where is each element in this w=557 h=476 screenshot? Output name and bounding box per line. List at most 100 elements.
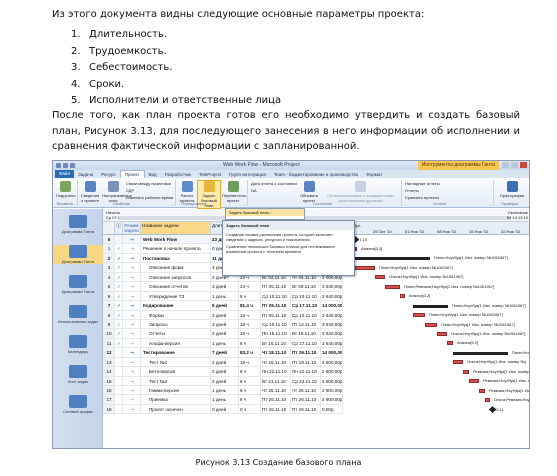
cell-id: 18 <box>103 404 115 414</box>
view-task-sheet[interactable]: Лист задач <box>53 365 103 384</box>
task-bar[interactable] <box>413 313 425 318</box>
summary-bar[interactable] <box>413 304 448 308</box>
project-info-button[interactable]: Сведения о проекте <box>80 181 100 203</box>
view-gantt-2[interactable]: Диаграмма Ганта <box>53 245 103 264</box>
summary-bar[interactable] <box>355 257 430 261</box>
table-row[interactable]: 9 ✓ ⇢ Запросы 3 дней 18 ч Ср 10.11.10 Пт 12.11.… <box>103 319 343 330</box>
task-bar[interactable] <box>425 322 437 327</box>
table-row[interactable]: 11 ✓ ⇢ Альфа-версия 1 день 8 ч Вт 16.11.10 Ср 1… <box>103 338 343 349</box>
tab-developer[interactable]: Разработчик <box>161 172 195 177</box>
cell-fin: Ср 17.11.10 <box>291 301 321 310</box>
tab-project[interactable]: Проект <box>119 170 145 178</box>
table-row[interactable]: 12 ⇢ Тестирование 7 дней 83,2 ч Чт 18.11.10 Пт… <box>103 348 343 358</box>
tab-teleproject[interactable]: TeleProject <box>195 172 225 177</box>
cell-id: 8 <box>103 310 115 319</box>
baseline-dropdown: Задать базовый план... <box>225 208 305 220</box>
move-project-button[interactable]: Переместить проект <box>222 181 247 203</box>
table-row[interactable]: 13 ⇢ Тест №1 2 дней 16 ч Чт 18.11.10 Пт 19.11.… <box>103 357 343 368</box>
view-task-usage[interactable]: Использование задач <box>53 305 103 324</box>
compare-projects-button[interactable]: Сравнить проекты <box>405 195 439 200</box>
group-label: Отчеты <box>433 202 447 206</box>
cell-dur: 3 дней <box>211 319 239 329</box>
gantt-chart[interactable]: Октябрь 25 Окт '10 01 Ноя '10 08 Ноя '10… <box>343 222 529 448</box>
tab-integration[interactable]: Групп интеграция <box>225 172 270 177</box>
task-bar[interactable] <box>447 341 453 346</box>
visual-reports-button[interactable]: Наглядные отчеты <box>405 181 440 186</box>
cell-name: Тест №2 <box>141 376 211 385</box>
task-mode-icon: ⇢ <box>123 244 141 253</box>
subproject-button[interactable]: Подпроект <box>56 181 76 198</box>
view-calendar[interactable]: Календарь <box>53 335 103 354</box>
redo-icon[interactable] <box>70 163 75 168</box>
change-time-button[interactable]: Изменить рабочее время <box>126 195 173 200</box>
body-paragraph: После того, как план проекта готов его н… <box>52 110 520 152</box>
column-header[interactable] <box>103 222 115 234</box>
cell-fin: Вт 16.11.10 <box>291 329 321 338</box>
close-icon[interactable] <box>520 162 527 168</box>
table-row[interactable]: 15 ⇢ Тест №2 2 дней 8 ч Вт 23.11.10 Ср 24.11.1… <box>103 376 343 386</box>
update-project-button[interactable]: Обновить проект <box>298 181 320 203</box>
task-bar[interactable] <box>463 369 469 374</box>
task-bar[interactable] <box>400 294 405 299</box>
cell-cost: 2 900,00р. <box>322 386 343 395</box>
cell-start: Чт 18.11.10 <box>261 348 291 357</box>
save-icon[interactable] <box>56 163 61 168</box>
summary-bar[interactable] <box>453 351 508 355</box>
window-titlebar: Web Work Flow - Microsoft Project Инстру… <box>53 161 529 170</box>
table-row[interactable]: 6 ✓ ⇢ Утверждение ТЗ 1 день 8 ч Ср 10.11.10 Ср … <box>103 291 343 302</box>
task-bar[interactable] <box>355 265 375 270</box>
table-row[interactable]: 7 ✓ ⇢ Кодирование 5 дней 81,4 ч Пт 05.11.10 Ср … <box>103 301 343 311</box>
tab-view[interactable]: Вид <box>145 172 161 177</box>
tab-file[interactable]: Файл <box>55 170 75 178</box>
cell-id: 5 <box>103 282 115 291</box>
table-row[interactable]: 10 ✓ ⇢ Отчеты 2 дней 16 ч Пн 15.11.10 Вт 16.11.… <box>103 329 343 339</box>
cell-id: 10 <box>103 329 115 338</box>
calc-project-button[interactable]: Расчет проекта <box>178 181 196 203</box>
cell-dur: 2 дней <box>211 329 239 338</box>
view-gantt-3[interactable]: Диаграмма Ганта <box>53 275 103 294</box>
window-controls <box>502 162 527 168</box>
links-button[interactable]: Связи между проектами <box>126 181 171 186</box>
task-bar[interactable] <box>479 388 485 393</box>
table-row[interactable]: 14 ⇢ Бета-версия 2 дней 8 ч Пн 22.11.10 Пн 22.… <box>103 367 343 377</box>
table-row[interactable]: 16 ⇢ Гамма-версия 1 день 8 ч Чт 25.11.10 Чт 25… <box>103 386 343 396</box>
cell-cost: 2 900,00р. <box>322 367 343 376</box>
table-row[interactable]: 8 ✓ ⇢ Формы 2 дней 16 ч Пт 05.11.10 Ср 10.11.10… <box>103 310 343 320</box>
tab-format[interactable]: Формат <box>362 172 386 177</box>
tab-resource[interactable]: Ресурс <box>97 172 120 177</box>
info-column-icon[interactable]: ⓘ <box>115 222 123 234</box>
sync-button[interactable]: Синхронизировать с защищенными фактическ… <box>323 181 398 203</box>
maximize-icon[interactable] <box>511 162 518 168</box>
task-bar[interactable] <box>385 284 400 289</box>
undo-icon[interactable] <box>63 163 68 168</box>
minimize-icon[interactable] <box>502 162 509 168</box>
table-row[interactable]: 17 ⇢ Приемка 1 день 8 ч Пт 26.11.10 Пт 26.11.1… <box>103 395 343 405</box>
column-header[interactable]: Режим задачи <box>123 222 141 234</box>
wbs-button[interactable]: СДР <box>126 188 134 193</box>
cell-cost: 0,00р. <box>321 404 343 414</box>
list-text: Длительность. <box>89 29 168 40</box>
tab-task[interactable]: Задача <box>74 172 97 177</box>
task-bar[interactable] <box>375 275 385 280</box>
group-label: Свойства <box>113 202 130 206</box>
view-network[interactable]: Сетевой график <box>53 395 103 414</box>
custom-fields-button[interactable]: Настраиваемые поля <box>102 181 132 203</box>
task-bar[interactable] <box>453 360 463 365</box>
task-sheet-icon <box>69 365 87 378</box>
tab-team-budget[interactable]: Team - бюджетирование и производство <box>270 172 362 177</box>
table-row[interactable]: 18 ⇢ Проект окончен 0 дней 0 ч Пт 26.11.10 Пт … <box>103 404 343 415</box>
cell-id: 13 <box>103 357 115 367</box>
status-date-value[interactable]: NA <box>251 188 257 193</box>
table-row[interactable]: 5 ✓ ⇢ Описание отчетов 3 дней 24 ч Пт 05.11.10… <box>103 282 343 292</box>
list-number: 1. <box>71 29 81 40</box>
cell-dur: 3 дней <box>211 282 239 291</box>
task-bar[interactable] <box>469 379 479 384</box>
task-bar[interactable] <box>355 246 357 251</box>
task-bar[interactable] <box>437 332 447 336</box>
column-header[interactable]: Название задачи <box>141 222 211 234</box>
set-baseline-menu-item[interactable]: Задать базовый план... <box>226 209 304 216</box>
task-bar[interactable] <box>485 398 490 403</box>
view-gantt-1[interactable]: Диаграмма Ганта <box>53 215 103 234</box>
spelling-button[interactable]: Орфография <box>499 181 525 198</box>
reports-button[interactable]: Отчеты <box>405 188 419 193</box>
